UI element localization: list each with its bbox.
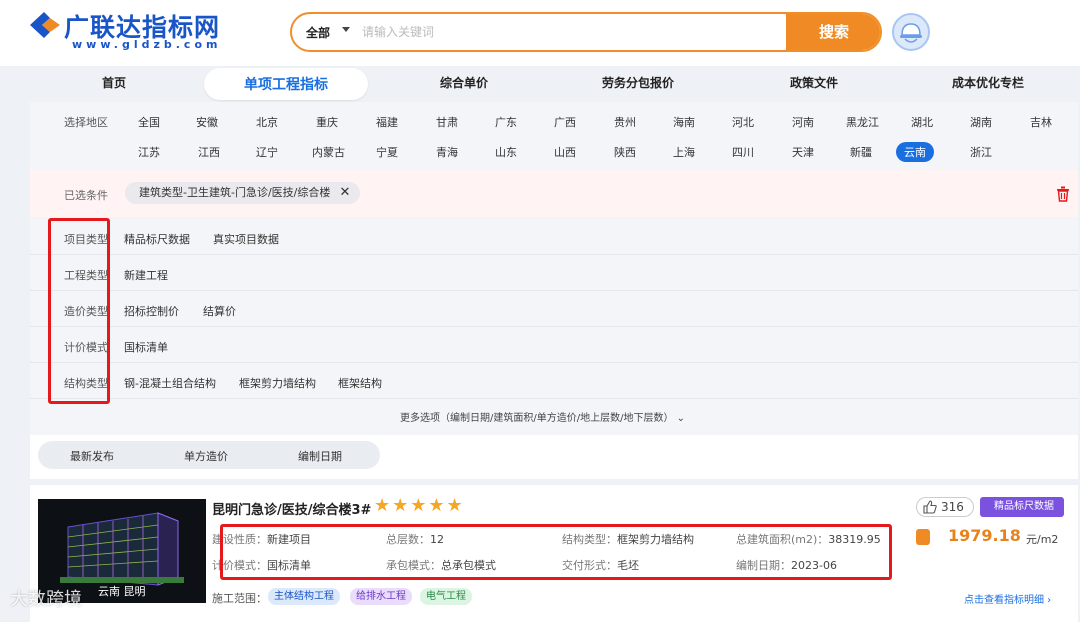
chevron-down-icon: ⌄ [676, 413, 686, 424]
view-details-link[interactable]: 点击查看指标明细 › [964, 591, 1051, 606]
region-item[interactable]: 河南 [792, 114, 814, 130]
region-item[interactable]: 宁夏 [376, 144, 398, 160]
unit-price-unit: 元/m2 [1026, 533, 1059, 546]
region-item[interactable]: 新疆 [850, 144, 872, 160]
nav-policy-docs[interactable]: 政策文件 [790, 74, 838, 91]
thumbnail-caption: 云南 昆明 [98, 585, 146, 598]
like-button[interactable]: 316 [916, 497, 974, 517]
region-item[interactable]: 天津 [792, 144, 814, 160]
region-item[interactable]: 全国 [138, 114, 160, 130]
filter-row: 造价类型 招标控制价 结算价 [30, 291, 1078, 327]
region-item[interactable]: 广西 [554, 114, 576, 130]
more-options-text: 更多选项（编制日期/建筑面积/单方造价/地上层数/地下层数） [400, 413, 674, 424]
filter-option[interactable]: 新建工程 [124, 267, 168, 283]
sort-latest[interactable]: 最新发布 [70, 448, 114, 464]
region-item[interactable]: 安徽 [196, 114, 218, 130]
nav-home[interactable]: 首页 [102, 74, 126, 91]
nav-cost-optimization[interactable]: 成本优化专栏 [952, 74, 1024, 91]
nav-unit-price[interactable]: 综合单价 [440, 74, 488, 91]
filter-option[interactable]: 真实项目数据 [213, 231, 279, 247]
filter-option[interactable]: 结算价 [203, 303, 236, 319]
filter-option[interactable]: 精品标尺数据 [124, 231, 190, 247]
region-item-active[interactable]: 云南 [896, 142, 934, 162]
search-button[interactable]: 搜索 [786, 14, 880, 50]
site-logo[interactable]: 广联达指标网 www.gldzb.com [28, 8, 243, 54]
region-item[interactable]: 北京 [256, 114, 278, 130]
project-title[interactable]: 昆明门急诊/医技/综合楼3# [212, 499, 371, 518]
scope-tag-electrical: 电气工程 [420, 588, 472, 605]
unit-price-value: 1979.18 [948, 526, 1021, 545]
filter-option[interactable]: 钢-混凝土组合结构 [124, 375, 216, 391]
search-input[interactable] [362, 21, 782, 43]
highlight-box-filter-labels [48, 218, 110, 404]
more-options-toggle[interactable]: 更多选项（编制日期/建筑面积/单方造价/地上层数/地下层数） ⌄ [400, 409, 685, 424]
search-bar: 全部 搜索 [290, 12, 882, 52]
region-item[interactable]: 江苏 [138, 144, 160, 160]
filter-row: 计价模式 国标清单 [30, 327, 1078, 363]
filter-option[interactable]: 招标控制价 [124, 303, 179, 319]
result-card[interactable]: 云南 昆明 昆明门急诊/医技/综合楼3# ★★★★★ 建设性质：新建项目 总层数：… [30, 485, 1078, 622]
site-header: 广联达指标网 www.gldzb.com 全部 搜索 [0, 0, 1080, 66]
region-item[interactable]: 贵州 [614, 114, 636, 130]
region-item[interactable]: 上海 [673, 144, 695, 160]
close-icon[interactable]: ✕ [339, 182, 350, 204]
user-avatar-icon[interactable] [892, 13, 930, 51]
filter-row: 工程类型 新建工程 [30, 255, 1078, 291]
region-item[interactable]: 广东 [495, 114, 517, 130]
chevron-down-icon[interactable] [342, 27, 350, 32]
sort-date[interactable]: 编制日期 [298, 448, 342, 464]
region-item[interactable]: 湖北 [911, 114, 933, 130]
premium-data-badge: 精品标尺数据 [980, 497, 1064, 517]
region-item[interactable]: 河北 [732, 114, 754, 130]
sort-pill: 最新发布 单方造价 编制日期 [38, 441, 380, 469]
selected-label: 已选条件 [64, 189, 108, 202]
trash-icon[interactable] [1056, 186, 1070, 202]
scope-label: 施工范围： [212, 592, 267, 605]
like-count: 316 [941, 500, 964, 514]
thumbs-up-icon [923, 500, 937, 514]
selected-condition-tag: 建筑类型-卫生建筑-门急诊/医技/综合楼 ✕ [125, 182, 361, 204]
watermark: 大数跨境 [10, 589, 82, 610]
main-nav: 首页 单项工程指标 综合单价 劳务分包报价 政策文件 成本优化专栏 [0, 66, 1080, 102]
region-item[interactable]: 辽宁 [256, 144, 278, 160]
region-item[interactable]: 黑龙江 [846, 114, 879, 130]
logo-url: www.gldzb.com [72, 38, 222, 51]
helmet-icon [900, 23, 922, 43]
star-rating: ★★★★★ [374, 495, 465, 516]
price-tag-icon [916, 529, 930, 545]
selected-tag-text: 建筑类型-卫生建筑-门急诊/医技/综合楼 [139, 186, 331, 199]
scope-tag-plumbing: 给排水工程 [350, 588, 412, 605]
region-item[interactable]: 福建 [376, 114, 398, 130]
region-item[interactable]: 海南 [673, 114, 695, 130]
filter-option[interactable]: 国标清单 [124, 339, 168, 355]
region-item[interactable]: 江西 [198, 144, 220, 160]
region-item[interactable]: 湖南 [970, 114, 992, 130]
region-item[interactable]: 山东 [495, 144, 517, 160]
sort-bar: 最新发布 单方造价 编制日期 [30, 435, 1078, 479]
region-label: 选择地区 [64, 116, 108, 129]
scope-tag-structure: 主体结构工程 [268, 588, 340, 605]
highlight-box-project-info [220, 524, 892, 580]
search-scope-select[interactable]: 全部 [306, 24, 330, 41]
selected-conditions: 已选条件 建筑类型-卫生建筑-门急诊/医技/综合楼 ✕ [30, 170, 1078, 218]
region-filter: 选择地区 全国 安徽 北京 重庆 福建 甘肃 广东 广西 贵州 海南 河北 河南 黑龙江 湖北 湖南 吉林 江… [30, 102, 1078, 170]
logo-mark-icon [30, 12, 60, 38]
region-item[interactable]: 吉林 [1030, 114, 1052, 130]
filter-panel: 项目类型 精品标尺数据 真实项目数据 工程类型 新建工程 造价类型 招标控制价 结算价 计价模式… [30, 219, 1078, 435]
filter-option[interactable]: 框架结构 [338, 375, 382, 391]
region-item[interactable]: 陕西 [614, 144, 636, 160]
region-item[interactable]: 重庆 [316, 114, 338, 130]
region-item[interactable]: 山西 [554, 144, 576, 160]
filter-row: 结构类型 钢-混凝土组合结构 框架剪力墙结构 框架结构 [30, 363, 1078, 399]
region-item[interactable]: 内蒙古 [312, 144, 345, 160]
filter-option[interactable]: 框架剪力墙结构 [239, 375, 316, 391]
region-item[interactable]: 青海 [436, 144, 458, 160]
region-item[interactable]: 四川 [732, 144, 754, 160]
nav-single-project-index[interactable]: 单项工程指标 [204, 68, 368, 100]
region-item[interactable]: 浙江 [970, 144, 992, 160]
region-item[interactable]: 甘肃 [436, 114, 458, 130]
sort-unit-cost[interactable]: 单方造价 [184, 448, 228, 464]
filter-row: 项目类型 精品标尺数据 真实项目数据 [30, 219, 1078, 255]
nav-labor-quote[interactable]: 劳务分包报价 [602, 74, 674, 91]
